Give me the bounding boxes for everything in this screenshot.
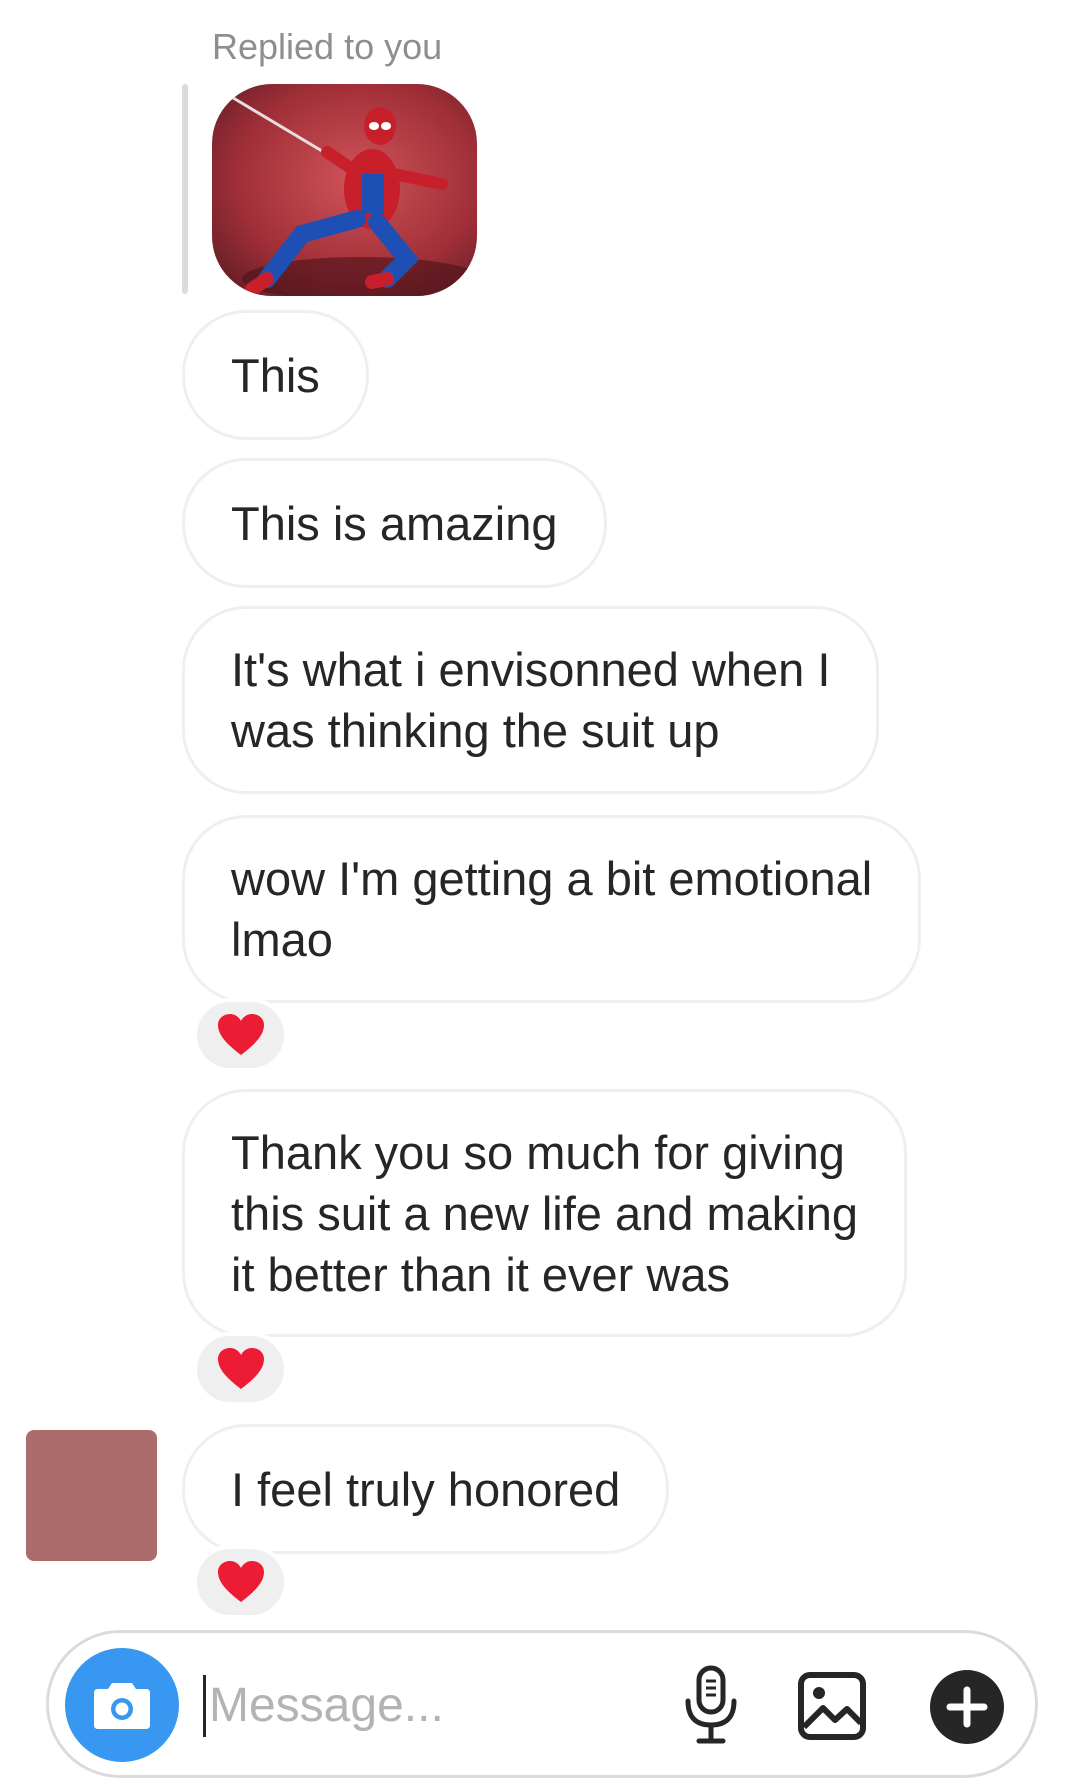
plus-icon <box>930 1670 1004 1744</box>
camera-icon <box>94 1683 150 1729</box>
gallery-button[interactable] <box>795 1669 869 1743</box>
heart-icon <box>217 1014 264 1055</box>
message-bubble[interactable]: This <box>182 310 369 440</box>
message-composer[interactable]: Message... <box>46 1630 1038 1778</box>
heart-reaction[interactable] <box>193 1545 288 1619</box>
message-bubble[interactable]: Thank you so much for giving this suit a… <box>182 1089 907 1337</box>
microphone-icon <box>685 1665 737 1744</box>
camera-button[interactable] <box>65 1648 179 1762</box>
message-bubble[interactable]: wow I'm getting a bit emotional lmao <box>182 815 922 1003</box>
avatar[interactable] <box>26 1430 157 1561</box>
heart-reaction[interactable] <box>193 1332 288 1406</box>
voice-message-button[interactable] <box>679 1663 743 1747</box>
spider-man-cosplay-photo <box>212 84 477 296</box>
replied-label: Replied to you <box>212 26 443 67</box>
heart-reaction[interactable] <box>193 998 288 1072</box>
heart-icon <box>217 1561 264 1602</box>
gallery-icon <box>798 1672 866 1740</box>
message-bubble[interactable]: This is amazing <box>182 458 607 588</box>
message-input[interactable]: Message... <box>209 1675 444 1737</box>
message-bubble[interactable]: I feel truly honored <box>182 1424 670 1554</box>
message-bubble[interactable]: It's what i envisonned when I was thinki… <box>182 606 880 794</box>
reply-quote-bar <box>182 84 188 294</box>
more-options-button[interactable] <box>915 1655 1019 1759</box>
heart-icon <box>217 1348 264 1389</box>
text-cursor <box>203 1675 206 1737</box>
replied-photo[interactable] <box>212 84 477 296</box>
